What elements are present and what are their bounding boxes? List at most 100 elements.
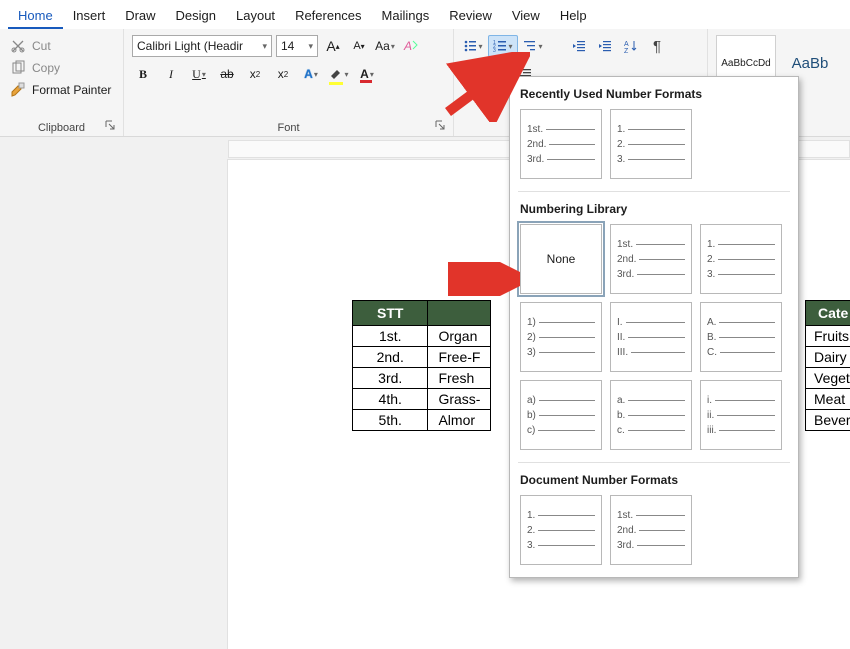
tab-references[interactable]: References — [285, 2, 371, 29]
table-row[interactable]: Bever — [806, 410, 850, 431]
multilevel-icon — [523, 39, 537, 53]
bold-button[interactable]: B — [132, 63, 154, 85]
cell[interactable]: Veget — [806, 368, 850, 389]
tab-design[interactable]: Design — [166, 2, 226, 29]
svg-text:Z: Z — [624, 48, 629, 53]
table-row[interactable]: Veget — [806, 368, 850, 389]
italic-button[interactable]: I — [160, 63, 182, 85]
tab-home[interactable]: Home — [8, 2, 63, 29]
highlight-button[interactable]: ▾ — [328, 63, 350, 85]
tab-draw[interactable]: Draw — [115, 2, 165, 29]
cell[interactable]: Bever — [806, 410, 850, 431]
style-sample-text: AaBbCcDd — [721, 58, 770, 69]
cell[interactable]: Fresh — [428, 368, 491, 389]
cell[interactable]: Free-F — [428, 347, 491, 368]
font-color-button[interactable]: A▾ — [356, 63, 378, 85]
outdent-icon — [572, 39, 586, 53]
font-size-combo[interactable]: 14 ▾ — [276, 35, 318, 57]
show-marks-button[interactable]: ¶ — [646, 35, 668, 57]
numbering-tile[interactable]: 1st.2nd.3rd. — [520, 109, 602, 179]
font-name-combo[interactable]: Calibri Light (Headir ▾ — [132, 35, 272, 57]
increase-indent-button[interactable] — [594, 35, 616, 57]
numbering-tile[interactable]: 1.2.3. — [700, 224, 782, 294]
format-painter-button[interactable]: Format Painter — [8, 81, 113, 99]
tab-mailings[interactable]: Mailings — [372, 2, 440, 29]
document-table-2[interactable]: Cate Fruits Dairy Veget Meat Bever — [805, 300, 850, 431]
cell[interactable]: Fruits — [806, 326, 850, 347]
clipboard-group-label: Clipboard — [8, 120, 115, 134]
cell[interactable]: Dairy — [806, 347, 850, 368]
font-color-icon: A — [360, 67, 369, 81]
numbering-tile[interactable]: 1st.2nd.3rd. — [610, 495, 692, 565]
tab-insert[interactable]: Insert — [63, 2, 116, 29]
numbering-tile[interactable]: 1.2.3. — [610, 109, 692, 179]
tab-help[interactable]: Help — [550, 2, 597, 29]
numbering-tile[interactable]: 1st.2nd.3rd. — [610, 224, 692, 294]
cut-button[interactable]: Cut — [8, 37, 113, 55]
strikethrough-button[interactable]: ab — [216, 63, 238, 85]
font-size-value: 14 — [281, 39, 294, 53]
annotation-arrow-2 — [448, 262, 520, 296]
font-group-label: Font — [132, 120, 445, 134]
table-row[interactable]: 2nd.Free-F — [353, 347, 491, 368]
document-grid: 1.2.3.1st.2nd.3rd. — [518, 495, 790, 565]
tab-review[interactable]: Review — [439, 2, 502, 29]
paintbrush-icon — [10, 82, 26, 98]
cell[interactable]: Meat — [806, 389, 850, 410]
tab-layout[interactable]: Layout — [226, 2, 285, 29]
sort-icon: AZ — [624, 39, 638, 53]
numbering-tile[interactable]: a.b.c. — [610, 380, 692, 450]
numbering-tile[interactable]: 1)2)3) — [520, 302, 602, 372]
svg-text:A: A — [403, 39, 412, 53]
document-table-1[interactable]: STT 1st.Organ 2nd.Free-F 3rd.Fresh 4th.G… — [352, 300, 491, 431]
table1-header: STT — [353, 301, 428, 326]
section-library-title: Numbering Library — [520, 202, 790, 216]
table-row[interactable]: Fruits — [806, 326, 850, 347]
decrease-indent-button[interactable] — [568, 35, 590, 57]
cell[interactable]: 5th. — [353, 410, 428, 431]
cell[interactable]: 1st. — [353, 326, 428, 347]
cell[interactable]: 2nd. — [353, 347, 428, 368]
scissors-icon — [10, 38, 26, 54]
numbering-tile[interactable]: 1.2.3. — [520, 495, 602, 565]
highlight-icon — [329, 66, 343, 83]
clear-formatting-button[interactable]: A — [400, 35, 422, 57]
text-effects-button[interactable]: A▾ — [300, 63, 322, 85]
numbering-tile[interactable]: I.II.III. — [610, 302, 692, 372]
subscript-button[interactable]: x2 — [244, 63, 266, 85]
shrink-font-button[interactable]: A▾ — [348, 35, 370, 57]
table2-header: Cate — [806, 301, 850, 326]
cell[interactable]: Grass- — [428, 389, 491, 410]
tab-view[interactable]: View — [502, 2, 550, 29]
table-row[interactable]: 3rd.Fresh — [353, 368, 491, 389]
numbering-tile[interactable]: a)b)c) — [520, 380, 602, 450]
cell[interactable]: Almor — [428, 410, 491, 431]
table1-header-blank — [428, 301, 491, 326]
table-row[interactable]: 4th.Grass- — [353, 389, 491, 410]
numbering-tile[interactable]: A.B.C. — [700, 302, 782, 372]
copy-button[interactable]: Copy — [8, 59, 113, 77]
clipboard-launcher[interactable] — [103, 118, 117, 132]
table-row[interactable]: 1st.Organ — [353, 326, 491, 347]
numbering-tile-none[interactable]: None — [520, 224, 602, 294]
annotation-arrow-1 — [440, 52, 530, 122]
svg-text:A: A — [624, 41, 629, 48]
table-row[interactable]: 5th.Almor — [353, 410, 491, 431]
section-document-title: Document Number Formats — [520, 473, 790, 487]
numbering-tile[interactable]: i.ii.iii. — [700, 380, 782, 450]
cell[interactable]: Organ — [428, 326, 491, 347]
underline-button[interactable]: U▾ — [188, 63, 210, 85]
superscript-button[interactable]: x2 — [272, 63, 294, 85]
cell[interactable]: 4th. — [353, 389, 428, 410]
table-row[interactable]: Meat — [806, 389, 850, 410]
copy-label: Copy — [32, 61, 60, 75]
change-case-button[interactable]: Aa▾ — [374, 35, 396, 57]
sort-button[interactable]: AZ — [620, 35, 642, 57]
numbering-dropdown: Recently Used Number Formats 1st.2nd.3rd… — [509, 76, 799, 578]
cell[interactable]: 3rd. — [353, 368, 428, 389]
grow-font-button[interactable]: A▴ — [322, 35, 344, 57]
table-row[interactable]: Dairy — [806, 347, 850, 368]
eraser-a-icon: A — [403, 38, 419, 54]
menu-bar: Home Insert Draw Design Layout Reference… — [0, 0, 850, 29]
copy-icon — [10, 60, 26, 76]
